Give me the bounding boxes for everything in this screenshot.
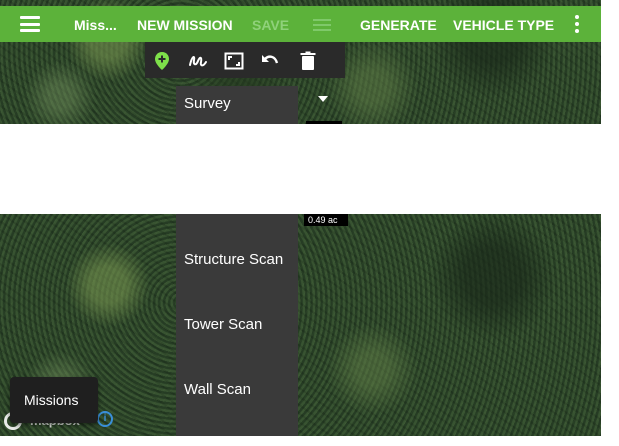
settings-sliders-icon[interactable]	[313, 19, 331, 31]
trash-icon[interactable]	[297, 50, 319, 72]
area-select-icon[interactable]	[223, 50, 245, 72]
dropdown-selected-value[interactable]: Survey	[184, 95, 231, 112]
info-icon[interactable]: i	[97, 411, 113, 427]
drawing-toolbar	[145, 42, 345, 78]
option-tower-scan[interactable]: Tower Scan	[184, 316, 262, 333]
save-button[interactable]: SAVE	[252, 17, 289, 33]
missions-button[interactable]: Missions	[10, 377, 98, 423]
area-label-edge	[306, 121, 342, 124]
generate-button[interactable]: GENERATE	[360, 17, 437, 33]
mission-type-options: Structure Scan Tower Scan Wall Scan	[176, 214, 298, 436]
option-structure-scan[interactable]: Structure Scan	[184, 251, 283, 268]
more-options-icon[interactable]	[574, 15, 580, 33]
add-waypoint-icon[interactable]	[151, 50, 173, 72]
freehand-draw-icon[interactable]	[187, 50, 209, 72]
missions-button-label: Missions	[24, 392, 79, 408]
new-mission-button[interactable]: NEW MISSION	[137, 17, 233, 33]
app-bar: Miss... NEW MISSION SAVE GENERATE VEHICL…	[0, 6, 601, 42]
option-wall-scan[interactable]: Wall Scan	[184, 381, 251, 398]
vehicle-type-button[interactable]: VEHICLE TYPE	[453, 17, 554, 33]
mission-type-dropdown[interactable]: Survey	[176, 86, 298, 124]
area-size-label: 0.49 ac	[304, 214, 348, 226]
dropdown-arrow-icon[interactable]	[318, 96, 328, 102]
mission-title[interactable]: Miss...	[74, 17, 117, 33]
undo-icon[interactable]	[259, 50, 281, 72]
menu-icon[interactable]	[20, 16, 40, 32]
